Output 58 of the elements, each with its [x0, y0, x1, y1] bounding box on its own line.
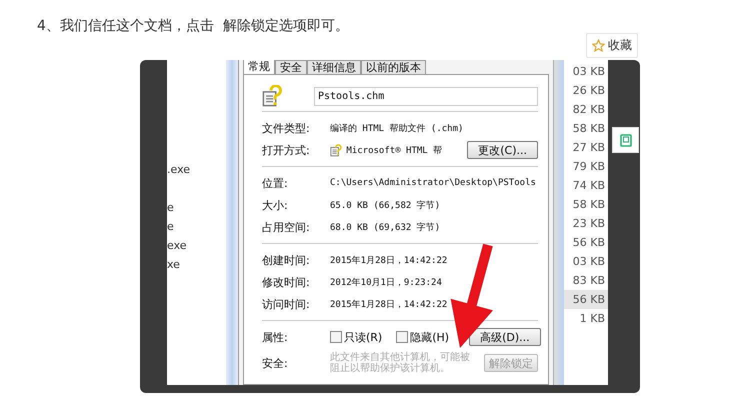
file-size[interactable]: 56 KB: [564, 233, 608, 252]
file-size[interactable]: 23 KB: [564, 214, 608, 233]
property-value: 2015年1月28日，14:42:22: [330, 298, 448, 310]
property-label: 访问时间:: [262, 296, 311, 312]
security-note: 此文件来自其他计算机，可能被阻止以帮助保护该计算机。: [330, 352, 471, 374]
file-name: exe: [167, 238, 188, 254]
star-icon: [592, 39, 605, 52]
property-label: 位置:: [262, 176, 289, 190]
property-label: 安全:: [262, 356, 289, 370]
file-size[interactable]: 83 KB: [564, 271, 608, 290]
side-tool-button[interactable]: [612, 127, 639, 153]
help-file-icon: [330, 143, 344, 157]
dialog-tab[interactable]: 详细信息: [307, 60, 361, 74]
property-value: 68.0 KB (69,632 字节): [330, 222, 440, 234]
property-value: C:\Users\Administrator\Desktop\PSTools: [330, 178, 536, 188]
scrollbar[interactable]: [226, 60, 238, 385]
favorite-button[interactable]: 收藏: [586, 33, 638, 58]
file-size[interactable]: 27 KB: [564, 138, 608, 157]
property-value: 2012年10月1日，9:23:24: [330, 276, 442, 288]
file-size[interactable]: 58 KB: [564, 195, 608, 214]
dialog-tab[interactable]: 常规: [243, 60, 275, 74]
advanced-button[interactable]: 高级(D)...: [469, 328, 541, 346]
file-name: .exe: [167, 162, 192, 178]
scrollbar[interactable]: [554, 60, 564, 385]
property-label: 修改时间:: [262, 274, 311, 290]
file-size[interactable]: 1 KB: [564, 309, 608, 328]
help-file-icon: [262, 85, 284, 107]
file-size[interactable]: 74 KB: [564, 176, 608, 195]
file-size[interactable]: 03 KB: [564, 62, 608, 81]
property-value: 编译的 HTML 帮助文件 (.chm): [330, 122, 464, 134]
file-name: e: [167, 200, 175, 216]
file-name: xe: [167, 257, 181, 273]
file-size[interactable]: 26 KB: [564, 81, 608, 100]
property-label: 创建时间:: [262, 252, 311, 268]
file-name: e: [167, 219, 175, 235]
checkbox-label: 隐藏(H): [410, 330, 450, 344]
property-value: 2015年1月28日，14:42:22: [330, 254, 448, 266]
step-instruction: 4、我们信任这个文档，点击 解除锁定选项即可。: [37, 17, 350, 35]
property-label: 打开方式:: [262, 142, 311, 158]
property-label: 文件类型:: [262, 120, 311, 136]
dialog-tab[interactable]: 安全: [275, 60, 307, 74]
checkbox[interactable]: [330, 331, 342, 343]
property-label: 占用空间:: [262, 220, 311, 234]
file-name-field[interactable]: Pstools.chm: [314, 86, 538, 106]
change-button[interactable]: 更改(C)...: [467, 141, 538, 159]
property-value: Microsoft® HTML 帮: [346, 144, 444, 156]
tablet-icon: [620, 134, 632, 146]
property-value: 65.0 KB (66,582 字节): [330, 200, 440, 212]
property-label: 大小:: [262, 198, 289, 212]
checkbox[interactable]: [396, 331, 408, 343]
file-size[interactable]: 03 KB: [564, 252, 608, 271]
file-size[interactable]: 56 KB: [564, 290, 608, 309]
file-size[interactable]: 58 KB: [564, 119, 608, 138]
property-label: 属性:: [262, 330, 289, 344]
checkbox-label: 只读(R): [344, 330, 382, 344]
dialog-tab[interactable]: 以前的版本: [361, 60, 426, 74]
file-size[interactable]: 82 KB: [564, 100, 608, 119]
file-size[interactable]: 79 KB: [564, 157, 608, 176]
